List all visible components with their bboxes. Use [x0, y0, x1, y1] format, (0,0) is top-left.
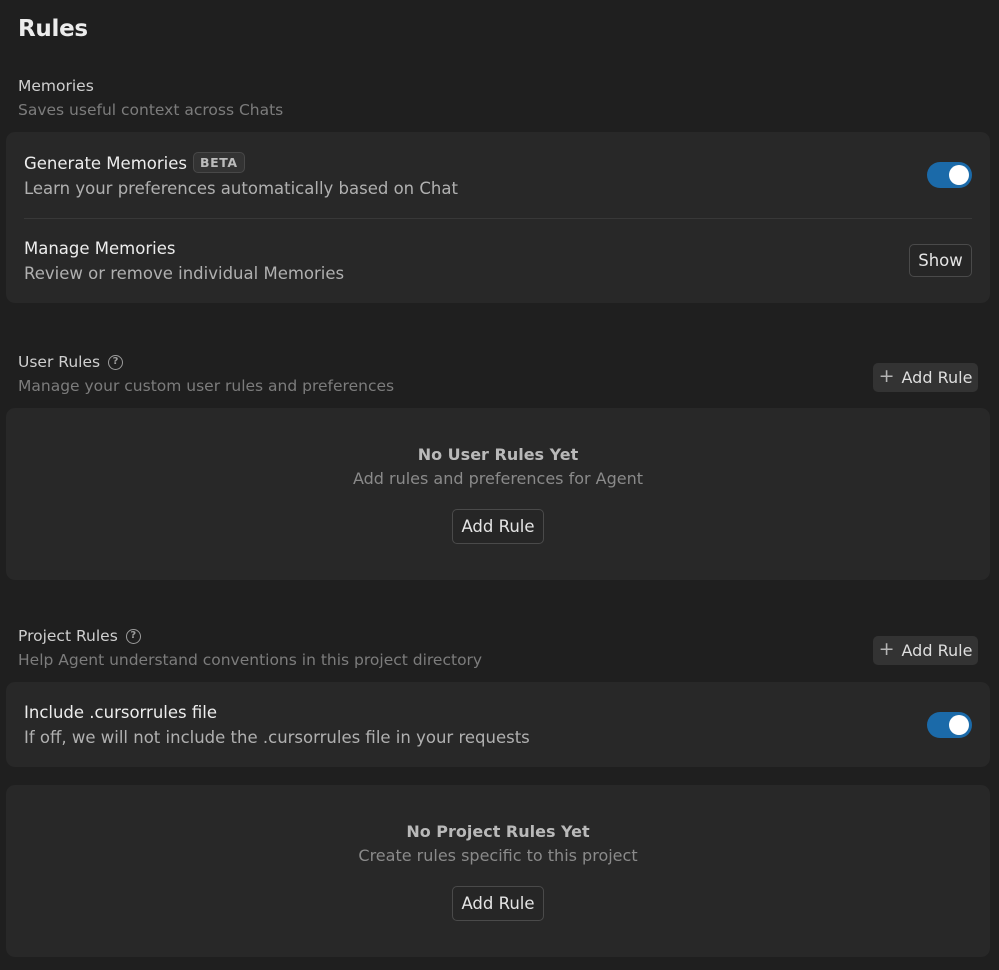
- user-rules-add-rule-button[interactable]: Add Rule: [452, 509, 544, 544]
- cursorrules-title: Include .cursorrules file: [24, 703, 217, 722]
- user-rules-empty-card: No User Rules Yet Add rules and preferen…: [6, 408, 990, 580]
- toggle-knob: [949, 165, 969, 185]
- project-rules-empty-card: No Project Rules Yet Create rules specif…: [6, 785, 990, 957]
- add-project-rule-label: Add Rule: [901, 641, 973, 660]
- memories-divider: [24, 218, 972, 219]
- cursorrules-card: Include .cursorrules file If off, we wil…: [6, 682, 990, 767]
- generate-memories-label: Generate Memories: [24, 154, 187, 173]
- memories-card: Generate Memories BETA Learn your prefere…: [6, 132, 990, 303]
- add-user-rule-label: Add Rule: [901, 368, 973, 387]
- memories-section-title: Memories: [18, 77, 94, 95]
- user-rules-section-title: User Rules ?: [18, 353, 124, 371]
- show-memories-button[interactable]: Show: [909, 244, 972, 277]
- toggle-knob: [949, 715, 969, 735]
- memories-section-subtitle: Saves useful context across Chats: [18, 101, 284, 119]
- generate-memories-title: Generate Memories BETA: [24, 152, 245, 173]
- manage-memories-subtitle: Review or remove individual Memories: [24, 264, 345, 283]
- help-circle-icon[interactable]: ?: [125, 628, 141, 644]
- user-rules-section-subtitle: Manage your custom user rules and prefer…: [18, 377, 395, 395]
- help-circle-icon[interactable]: ?: [108, 354, 124, 370]
- plus-icon: +: [878, 638, 895, 660]
- user-rules-empty-subtitle: Add rules and preferences for Agent: [352, 469, 644, 488]
- project-rules-title-label: Project Rules: [18, 627, 118, 645]
- beta-badge: BETA: [192, 152, 245, 173]
- project-rules-empty-subtitle: Create rules specific to this project: [358, 846, 638, 865]
- manage-memories-title: Manage Memories: [24, 239, 176, 258]
- user-rules-empty-title: No User Rules Yet: [417, 445, 579, 464]
- plus-icon: +: [878, 365, 895, 387]
- add-project-rule-button[interactable]: + Add Rule: [873, 636, 978, 665]
- project-rules-section-subtitle: Help Agent understand conventions in thi…: [18, 651, 483, 669]
- project-rules-section-title: Project Rules ?: [18, 627, 141, 645]
- generate-memories-subtitle: Learn your preferences automatically bas…: [24, 179, 458, 198]
- project-rules-add-rule-button[interactable]: Add Rule: [452, 886, 544, 921]
- user-rules-title-label: User Rules: [18, 353, 101, 371]
- cursorrules-subtitle: If off, we will not include the .cursorr…: [24, 728, 530, 747]
- page-title: Rules: [18, 16, 88, 42]
- generate-memories-toggle[interactable]: [927, 162, 972, 188]
- project-rules-empty-title: No Project Rules Yet: [406, 822, 590, 841]
- cursorrules-toggle[interactable]: [927, 712, 972, 738]
- add-user-rule-button[interactable]: + Add Rule: [873, 363, 978, 392]
